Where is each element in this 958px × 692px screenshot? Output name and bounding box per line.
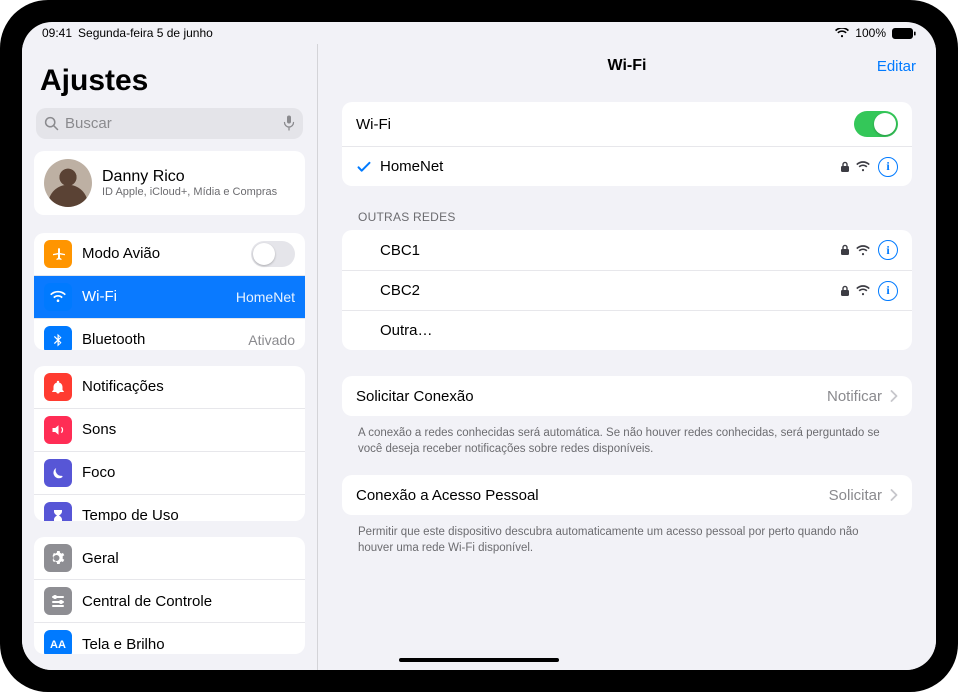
profile-name: Danny Rico bbox=[102, 168, 277, 186]
sidebar-item-bluetooth[interactable]: Bluetooth Ativado bbox=[34, 318, 305, 350]
search-input[interactable]: Buscar bbox=[36, 108, 303, 139]
sidebar-group-connectivity: Modo Avião Wi-Fi HomeNet bbox=[34, 233, 305, 350]
sidebar-item-label: Tempo de Uso bbox=[82, 507, 295, 521]
check-icon bbox=[356, 161, 372, 173]
wifi-main-list: Wi-Fi HomeNet i bbox=[342, 102, 912, 186]
avatar bbox=[44, 159, 92, 207]
network-row[interactable]: CBC1 i bbox=[342, 230, 912, 270]
airplane-toggle[interactable] bbox=[251, 241, 295, 267]
sidebar-item-label: Notificações bbox=[82, 378, 295, 395]
hotspot-row[interactable]: Conexão a Acesso Pessoal Solicitar bbox=[342, 475, 912, 515]
ask-join-list: Solicitar Conexão Notificar bbox=[342, 376, 912, 416]
sidebar-item-notifications[interactable]: Notificações bbox=[34, 366, 305, 408]
other-networks-list: CBC1 i CBC2 bbox=[342, 230, 912, 350]
sidebar-item-sounds[interactable]: Sons bbox=[34, 408, 305, 451]
sidebar-item-wifi[interactable]: Wi-Fi HomeNet bbox=[34, 275, 305, 318]
sidebar-item-label: Geral bbox=[82, 550, 295, 567]
battery-icon bbox=[892, 28, 916, 39]
wifi-toggle[interactable] bbox=[854, 111, 898, 137]
sidebar-item-airplane[interactable]: Modo Avião bbox=[34, 233, 305, 275]
lock-icon bbox=[840, 161, 850, 173]
sidebar-item-trailing: Ativado bbox=[248, 332, 295, 348]
sidebar-item-label: Foco bbox=[82, 464, 295, 481]
search-placeholder: Buscar bbox=[65, 115, 277, 132]
detail-title: Wi-Fi bbox=[608, 57, 647, 75]
speaker-icon bbox=[44, 416, 72, 444]
profile-subtitle: ID Apple, iCloud+, Mídia e Compras bbox=[102, 186, 277, 198]
info-button[interactable]: i bbox=[878, 281, 898, 301]
wifi-toggle-row[interactable]: Wi-Fi bbox=[342, 102, 912, 146]
connected-network-row[interactable]: HomeNet i bbox=[342, 146, 912, 186]
status-time: 09:41 bbox=[42, 26, 72, 40]
sidebar-item-label: Modo Avião bbox=[82, 245, 241, 262]
wifi-status-icon bbox=[835, 28, 849, 38]
sidebar-item-label: Wi-Fi bbox=[82, 288, 226, 305]
other-network-label: Outra… bbox=[380, 322, 898, 339]
connected-network-name: HomeNet bbox=[380, 158, 832, 175]
bluetooth-icon bbox=[44, 326, 72, 350]
wifi-toggle-label: Wi-Fi bbox=[356, 116, 846, 133]
sidebar-item-display[interactable]: AA Tela e Brilho bbox=[34, 622, 305, 654]
network-name: CBC1 bbox=[380, 242, 832, 259]
search-icon bbox=[44, 116, 59, 131]
wifi-signal-icon bbox=[856, 245, 870, 256]
lock-icon bbox=[840, 285, 850, 297]
wifi-signal-icon bbox=[856, 285, 870, 296]
wifi-icon bbox=[44, 283, 72, 311]
wifi-signal-icon bbox=[856, 161, 870, 172]
ask-join-label: Solicitar Conexão bbox=[356, 388, 819, 405]
bell-icon bbox=[44, 373, 72, 401]
ask-join-footnote: A conexão a redes conhecidas será automá… bbox=[342, 424, 912, 475]
battery-percent: 100% bbox=[855, 26, 886, 40]
mic-icon[interactable] bbox=[283, 115, 295, 131]
info-button[interactable]: i bbox=[878, 157, 898, 177]
sidebar-group-alerts: Notificações Sons Foco bbox=[34, 366, 305, 522]
info-button[interactable]: i bbox=[878, 240, 898, 260]
detail-pane: Wi-Fi Editar Wi-Fi Ho bbox=[318, 44, 936, 670]
home-indicator bbox=[399, 658, 559, 662]
sidebar-item-focus[interactable]: Foco bbox=[34, 451, 305, 494]
sidebar-group-general: Geral Central de Controle AA Tela e Bril… bbox=[34, 537, 305, 654]
ask-join-row[interactable]: Solicitar Conexão Notificar bbox=[342, 376, 912, 416]
sidebar-item-screentime[interactable]: Tempo de Uso bbox=[34, 494, 305, 522]
other-networks-header: Outras Redes bbox=[342, 194, 912, 230]
sidebar-item-label: Tela e Brilho bbox=[82, 636, 295, 653]
status-bar: 09:41 Segunda-feira 5 de junho 100% bbox=[22, 22, 936, 44]
sidebar-item-label: Bluetooth bbox=[82, 331, 238, 348]
hourglass-icon bbox=[44, 502, 72, 522]
sliders-icon bbox=[44, 587, 72, 615]
sidebar-item-general[interactable]: Geral bbox=[34, 537, 305, 579]
status-date: Segunda-feira 5 de junho bbox=[78, 26, 213, 40]
sidebar-item-label: Sons bbox=[82, 421, 295, 438]
other-network-row[interactable]: Outra… bbox=[342, 310, 912, 350]
chevron-right-icon bbox=[890, 489, 898, 501]
brightness-icon: AA bbox=[44, 630, 72, 654]
network-name: CBC2 bbox=[380, 282, 832, 299]
sidebar-item-trailing: HomeNet bbox=[236, 289, 295, 305]
hotspot-label: Conexão a Acesso Pessoal bbox=[356, 487, 821, 504]
moon-icon bbox=[44, 459, 72, 487]
edit-button[interactable]: Editar bbox=[877, 58, 916, 75]
sidebar-item-controlcenter[interactable]: Central de Controle bbox=[34, 579, 305, 622]
lock-icon bbox=[840, 244, 850, 256]
detail-header: Wi-Fi Editar bbox=[318, 44, 936, 88]
hotspot-footnote: Permitir que este dispositivo descubra a… bbox=[342, 523, 912, 574]
network-row[interactable]: CBC2 i bbox=[342, 270, 912, 310]
ask-join-value: Notificar bbox=[827, 388, 882, 405]
settings-sidebar: Ajustes Buscar Danny Rico ID Apple, iClo… bbox=[22, 44, 318, 670]
apple-id-card[interactable]: Danny Rico ID Apple, iCloud+, Mídia e Co… bbox=[34, 151, 305, 215]
sidebar-item-label: Central de Controle bbox=[82, 593, 295, 610]
page-title: Ajustes bbox=[34, 44, 305, 104]
svg-text:AA: AA bbox=[50, 639, 66, 651]
hotspot-list: Conexão a Acesso Pessoal Solicitar bbox=[342, 475, 912, 515]
gear-icon bbox=[44, 544, 72, 572]
airplane-icon bbox=[44, 240, 72, 268]
hotspot-value: Solicitar bbox=[829, 487, 882, 504]
chevron-right-icon bbox=[890, 390, 898, 402]
